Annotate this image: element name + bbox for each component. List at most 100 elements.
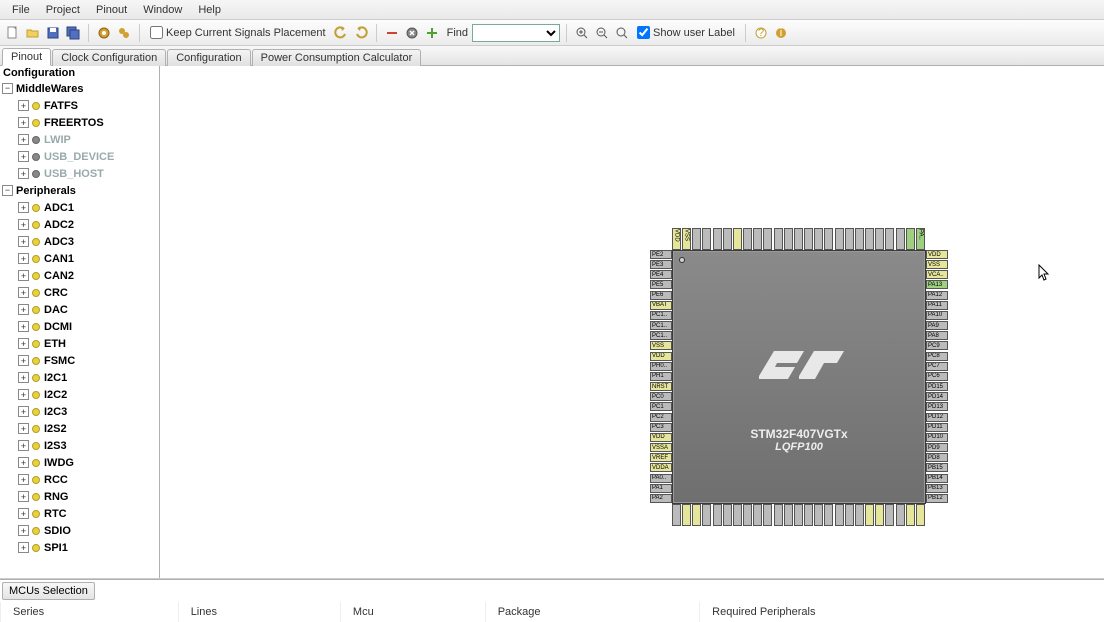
pin-top-8[interactable]	[753, 228, 762, 250]
tree-item-i2s2[interactable]: +I2S2	[0, 420, 159, 437]
menu-project[interactable]: Project	[38, 2, 88, 18]
pin-left-16[interactable]: PC2	[650, 413, 672, 422]
tree-item-fsmc[interactable]: +FSMC	[0, 352, 159, 369]
pin-right-14[interactable]: PD14	[926, 392, 948, 401]
help-icon[interactable]: ?	[752, 24, 770, 42]
pin-top-22[interactable]	[896, 228, 905, 250]
new-icon[interactable]	[4, 24, 22, 42]
pin-left-11[interactable]: PH0..	[650, 362, 672, 371]
menu-pinout[interactable]: Pinout	[88, 2, 135, 18]
pin-left-12[interactable]: PH1	[650, 372, 672, 381]
pin-bottom-0[interactable]	[672, 504, 681, 526]
pin-top-14[interactable]	[814, 228, 823, 250]
pin-bottom-23[interactable]	[906, 504, 915, 526]
tree-item-sdio[interactable]: +SDIO	[0, 522, 159, 539]
tree-item-i2c3[interactable]: +I2C3	[0, 403, 159, 420]
pin-right-5[interactable]: PA11	[926, 301, 948, 310]
pin-right-13[interactable]: PD15	[926, 382, 948, 391]
pin-top-12[interactable]	[794, 228, 803, 250]
pin-top-24[interactable]: PA..	[916, 228, 925, 250]
pin-top-17[interactable]	[845, 228, 854, 250]
pin-right-17[interactable]: PD11	[926, 423, 948, 432]
pin-left-1[interactable]: PE3	[650, 260, 672, 269]
pin-right-19[interactable]: PD9	[926, 443, 948, 452]
pin-right-1[interactable]: VSS	[926, 260, 948, 269]
pin-right-7[interactable]: PA9	[926, 321, 948, 330]
pin-right-20[interactable]: PD8	[926, 453, 948, 462]
pin-bottom-1[interactable]	[682, 504, 691, 526]
tab-pinout[interactable]: Pinout	[2, 48, 51, 66]
pin-right-23[interactable]: PB13	[926, 484, 948, 493]
pin-top-4[interactable]	[713, 228, 722, 250]
pin-top-23[interactable]	[906, 228, 915, 250]
gear-icon[interactable]	[95, 24, 113, 42]
pin-top-1[interactable]: VSS	[682, 228, 691, 250]
pin-bottom-10[interactable]	[774, 504, 783, 526]
remove-icon[interactable]	[383, 24, 401, 42]
pin-bottom-21[interactable]	[885, 504, 894, 526]
pin-right-10[interactable]: PC8	[926, 352, 948, 361]
pin-left-10[interactable]: VDD	[650, 352, 672, 361]
tree-item-freertos[interactable]: +FREERTOS	[0, 114, 159, 131]
tree-group-middlewares[interactable]: −MiddleWares	[0, 80, 159, 97]
pin-top-20[interactable]	[875, 228, 884, 250]
pin-top-2[interactable]	[692, 228, 701, 250]
pin-right-15[interactable]: PD13	[926, 402, 948, 411]
pin-left-22[interactable]: PA0..	[650, 474, 672, 483]
pin-left-21[interactable]: VDDA	[650, 463, 672, 472]
redo-icon[interactable]	[352, 24, 370, 42]
pin-right-24[interactable]: PB12	[926, 494, 948, 503]
tree-item-eth[interactable]: +ETH	[0, 335, 159, 352]
pin-left-17[interactable]: PC3	[650, 423, 672, 432]
tree-item-iwdg[interactable]: +IWDG	[0, 454, 159, 471]
pin-top-13[interactable]	[804, 228, 813, 250]
pin-right-12[interactable]: PC6	[926, 372, 948, 381]
pin-left-19[interactable]: VSSA	[650, 443, 672, 452]
col-required-peripherals[interactable]: Required Peripherals	[700, 602, 1104, 622]
pin-left-13[interactable]: NRST	[650, 382, 672, 391]
pin-bottom-13[interactable]	[804, 504, 813, 526]
col-mcu[interactable]: Mcu	[340, 602, 485, 622]
open-icon[interactable]	[24, 24, 42, 42]
find-input[interactable]	[472, 24, 560, 42]
zoom-fit-icon[interactable]	[613, 24, 631, 42]
zoom-in-icon[interactable]	[573, 24, 591, 42]
pin-left-6[interactable]: PC1..	[650, 311, 672, 320]
info-icon[interactable]: i	[772, 24, 790, 42]
pin-top-10[interactable]	[774, 228, 783, 250]
pin-right-8[interactable]: PA8	[926, 331, 948, 340]
config-tree[interactable]: −MiddleWares+FATFS+FREERTOS+LWIP+USB_DEV…	[0, 80, 159, 578]
pin-right-2[interactable]: VCA..	[926, 270, 948, 279]
pin-left-20[interactable]: VREF	[650, 453, 672, 462]
pin-bottom-20[interactable]	[875, 504, 884, 526]
pin-left-9[interactable]: VSS	[650, 341, 672, 350]
pin-right-3[interactable]: PA13	[926, 280, 948, 289]
pin-left-15[interactable]: PC1	[650, 402, 672, 411]
pin-right-16[interactable]: PD12	[926, 413, 948, 422]
pin-top-0[interactable]: VDD	[672, 228, 681, 250]
tree-item-adc3[interactable]: +ADC3	[0, 233, 159, 250]
pin-bottom-5[interactable]	[723, 504, 732, 526]
pin-right-9[interactable]: PC9	[926, 341, 948, 350]
tree-item-spi1[interactable]: +SPI1	[0, 539, 159, 556]
pin-top-21[interactable]	[885, 228, 894, 250]
tree-item-usb_host[interactable]: +USB_HOST	[0, 165, 159, 182]
pin-right-18[interactable]: PD10	[926, 433, 948, 442]
col-package[interactable]: Package	[485, 602, 699, 622]
pin-top-11[interactable]	[784, 228, 793, 250]
pin-bottom-2[interactable]	[692, 504, 701, 526]
pin-bottom-6[interactable]	[733, 504, 742, 526]
add-icon[interactable]	[423, 24, 441, 42]
pin-bottom-19[interactable]	[865, 504, 874, 526]
clear-icon[interactable]	[403, 24, 421, 42]
pin-top-5[interactable]	[723, 228, 732, 250]
tab-configuration[interactable]: Configuration	[167, 49, 250, 66]
tree-item-adc2[interactable]: +ADC2	[0, 216, 159, 233]
pinout-workspace[interactable]: STM32F407VGTx LQFP100 PE2PE3PE4PE5PE6VBA…	[160, 66, 1104, 578]
pin-top-3[interactable]	[702, 228, 711, 250]
pin-bottom-16[interactable]	[835, 504, 844, 526]
saveall-icon[interactable]	[64, 24, 82, 42]
pin-top-16[interactable]	[835, 228, 844, 250]
pin-bottom-14[interactable]	[814, 504, 823, 526]
keep-signals-checkbox[interactable]: Keep Current Signals Placement	[150, 26, 326, 39]
